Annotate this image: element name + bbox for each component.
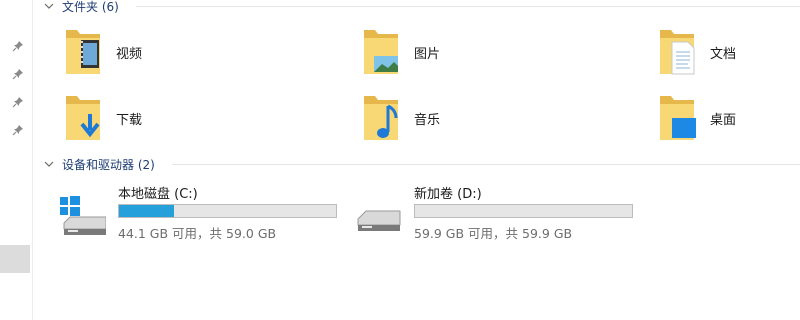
navigation-pane (0, 0, 33, 320)
folders-section-header[interactable]: 文件夹 (6) (44, 0, 119, 14)
drive-name: 本地磁盘 (C:) (118, 187, 198, 202)
folder-label: 下载 (116, 113, 143, 128)
folder-label: 文档 (710, 47, 737, 62)
pin-icon[interactable] (12, 40, 24, 52)
folder-downloads[interactable]: 下载 (64, 92, 264, 144)
windows-system-drive-icon (60, 196, 106, 235)
this-pc-view: 文件夹 (6) 视频 图片 文档 下载 音乐 桌面 设备和驱动器 (2) 本地磁… (0, 0, 800, 320)
pin-icon[interactable] (12, 68, 24, 80)
devices-section-header[interactable]: 设备和驱动器 (2) (44, 156, 155, 172)
drive-d[interactable]: 新加卷 (D:) 59.9 GB 可用，共 59.9 GB (356, 183, 646, 243)
hard-drive-icon (357, 210, 401, 231)
folder-documents[interactable]: 文档 (658, 26, 800, 78)
pictures-folder-icon (364, 30, 398, 74)
documents-folder-icon (660, 30, 695, 75)
drive-usage-bar (414, 204, 633, 218)
folders-section-title: 文件夹 (6) (62, 0, 119, 14)
drive-name: 新加卷 (D:) (414, 187, 482, 202)
folder-label: 图片 (414, 47, 441, 62)
music-folder-icon (364, 96, 398, 140)
pin-icon[interactable] (12, 96, 24, 108)
folder-pictures[interactable]: 图片 (362, 26, 562, 78)
folder-videos[interactable]: 视频 (64, 26, 264, 78)
folder-label: 桌面 (710, 113, 737, 128)
drive-free-space: 44.1 GB 可用，共 59.0 GB (118, 226, 277, 241)
selected-nav-item[interactable] (0, 245, 30, 273)
downloads-folder-icon (66, 96, 100, 140)
drive-c[interactable]: 本地磁盘 (C:) 44.1 GB 可用，共 59.0 GB (60, 183, 350, 243)
drive-usage-bar (118, 204, 337, 218)
section-divider (136, 6, 800, 7)
folder-music[interactable]: 音乐 (362, 92, 562, 144)
folder-desktop[interactable]: 桌面 (658, 92, 800, 144)
chevron-down-icon[interactable] (44, 1, 54, 11)
chevron-down-icon[interactable] (44, 159, 54, 169)
folder-label: 视频 (116, 47, 143, 62)
devices-section-title: 设备和驱动器 (2) (62, 157, 155, 172)
drive-free-space: 59.9 GB 可用，共 59.9 GB (414, 226, 573, 241)
folder-label: 音乐 (414, 113, 441, 128)
drive-usage-fill (119, 205, 174, 217)
desktop-folder-icon (660, 96, 696, 140)
video-folder-icon (66, 30, 100, 74)
section-divider (172, 164, 800, 165)
pin-icon[interactable] (12, 124, 24, 136)
